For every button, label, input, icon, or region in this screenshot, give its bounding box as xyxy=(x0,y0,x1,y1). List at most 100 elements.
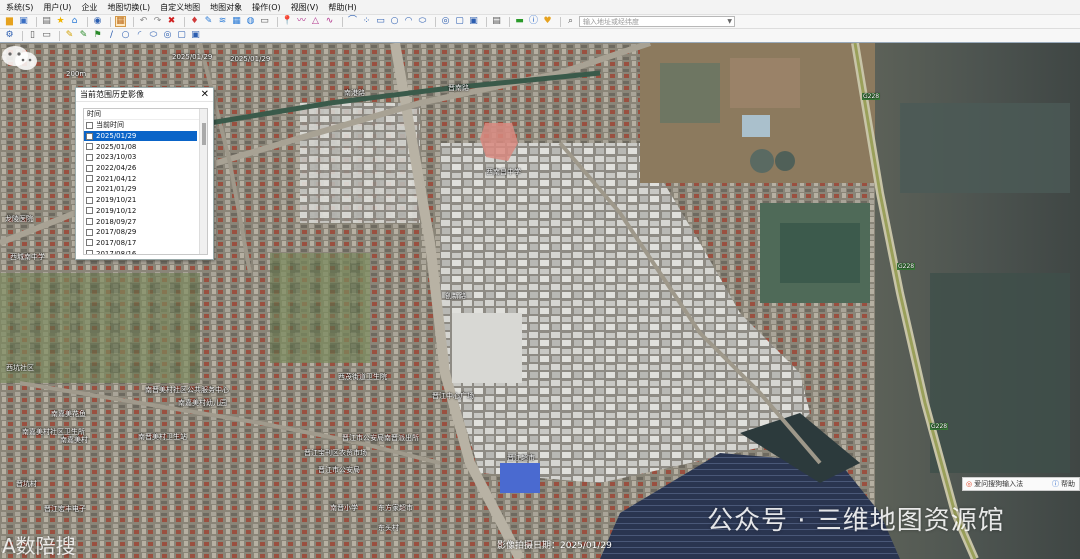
draw-rect-icon[interactable]: ▣ xyxy=(190,30,201,41)
window-icon[interactable]: ▣ xyxy=(468,16,479,27)
checkbox[interactable] xyxy=(86,164,93,172)
checkbox[interactable] xyxy=(86,132,93,140)
help-icon[interactable]: ⓘ xyxy=(1052,479,1059,489)
history-imagery-icon[interactable]: ▦ xyxy=(115,16,126,27)
date-list-item[interactable]: 2017/08/17 xyxy=(84,238,197,249)
menu-help[interactable]: 帮助(H) xyxy=(328,2,356,13)
draw-arc-icon[interactable]: ◜ xyxy=(134,30,145,41)
checkbox[interactable] xyxy=(86,153,93,161)
rectangle-icon[interactable]: ▭ xyxy=(375,16,386,27)
ime-help[interactable]: 帮助 xyxy=(1061,479,1075,489)
checkbox[interactable] xyxy=(86,185,93,193)
draw-line-icon[interactable]: ∕ xyxy=(106,30,117,41)
capture-date-text: 影像拍摄日期：2025/01/29 xyxy=(497,541,612,551)
date-list-item[interactable]: 2025/01/29 xyxy=(84,130,197,142)
redo-icon[interactable]: ↷ xyxy=(152,16,163,27)
date-list-item[interactable]: 2021/01/29 xyxy=(84,184,197,195)
print-icon[interactable]: ▤ xyxy=(41,16,52,27)
checkbox[interactable] xyxy=(86,228,93,236)
arc-icon[interactable]: ◠ xyxy=(403,16,414,27)
pin-yellow-icon[interactable]: ✎ xyxy=(64,30,75,41)
curve-icon[interactable]: ∿ xyxy=(324,16,335,27)
document-icon[interactable]: ▤ xyxy=(491,16,502,27)
draw-square-icon[interactable]: ▢ xyxy=(176,30,187,41)
marker-icon[interactable]: ♦ xyxy=(189,16,200,27)
date-list[interactable]: 时间 当前时间 2025/01/29 2025/01/08 2023/10/03 202… xyxy=(83,108,208,255)
message-icon[interactable]: ▬ xyxy=(514,16,525,27)
date-list-item[interactable]: 2022/04/26 xyxy=(84,163,197,174)
checkbox[interactable] xyxy=(86,196,93,204)
date-list-item[interactable]: 当前时间 xyxy=(84,120,197,131)
flag-icon[interactable]: ⚑ xyxy=(92,30,103,41)
list-scrollbar[interactable] xyxy=(199,109,207,254)
pin-green-icon[interactable]: ✎ xyxy=(78,30,89,41)
menu-view[interactable]: 视图(V) xyxy=(291,2,319,13)
page-icon[interactable]: ▯ xyxy=(27,30,38,41)
highway-shield: G228 xyxy=(897,263,916,270)
date-list-item[interactable]: 2017/08/16 xyxy=(84,248,197,254)
checkbox[interactable] xyxy=(86,121,93,129)
star-icon[interactable]: ★ xyxy=(55,16,66,27)
edit-icon[interactable]: ✎ xyxy=(203,16,214,27)
draw-circle-icon[interactable]: ○ xyxy=(120,30,131,41)
checkbox[interactable] xyxy=(86,207,93,215)
checkbox[interactable] xyxy=(86,250,93,254)
close-icon[interactable]: ✕ xyxy=(201,89,209,100)
date-label: 2019/10/12 xyxy=(96,206,137,215)
menu-user[interactable]: 用户(U) xyxy=(43,2,71,13)
checkbox[interactable] xyxy=(86,218,93,226)
date-list-item[interactable]: 2017/08/29 xyxy=(84,227,197,238)
date-list-item[interactable]: 2018/09/27 xyxy=(84,216,197,227)
date-list-item[interactable]: 2019/10/21 xyxy=(84,195,197,206)
ellipse-icon[interactable]: ⬭ xyxy=(417,16,428,27)
watermark-text: 公众号 · 三维地图资源馆 xyxy=(707,506,1005,536)
map-label: 南嘉美村社区卫生所 xyxy=(22,428,85,436)
scrollbar-thumb[interactable] xyxy=(202,123,206,145)
date-list-item[interactable]: 2019/10/12 xyxy=(84,206,197,217)
path-icon[interactable]: ⌒ xyxy=(347,16,358,27)
draw-region-icon[interactable]: ◎ xyxy=(162,30,173,41)
date-list-item[interactable]: 2025/01/08 xyxy=(84,141,197,152)
checkbox[interactable] xyxy=(86,239,93,247)
menu-custom-map[interactable]: 自定义地图 xyxy=(160,2,200,13)
square-icon[interactable]: ▢ xyxy=(454,16,465,27)
delete-icon[interactable]: ✖ xyxy=(166,16,177,27)
address-search-input[interactable]: 输入地址或经纬度 ▼ xyxy=(579,16,735,27)
chevron-down-icon[interactable]: ▼ xyxy=(727,18,732,25)
date-list-item[interactable]: 2021/04/12 xyxy=(84,173,197,184)
points-icon[interactable]: ⁘ xyxy=(361,16,372,27)
heart-icon[interactable]: ♥ xyxy=(542,16,553,27)
pin-icon[interactable]: 📍 xyxy=(282,16,293,27)
home-icon[interactable]: ⌂ xyxy=(69,16,80,27)
measure-icon[interactable]: ▭ xyxy=(259,16,270,27)
menu-system[interactable]: 系统(S) xyxy=(6,2,33,13)
layers-icon[interactable]: ≋ xyxy=(217,16,228,27)
draw-ellipse-icon[interactable]: ⬭ xyxy=(148,30,159,41)
settings-icon[interactable]: ⚙ xyxy=(4,30,15,41)
date-list-item[interactable]: 2023/10/03 xyxy=(84,152,197,163)
region-icon[interactable]: ◎ xyxy=(440,16,451,27)
polyline-icon[interactable]: 〰 xyxy=(296,16,307,27)
ime-label[interactable]: 爱问搜狗输入法 xyxy=(974,479,1023,489)
panel-title-bar[interactable]: 当前范围历史影像 ✕ xyxy=(76,88,213,102)
globe-icon[interactable]: ◍ xyxy=(245,16,256,27)
menu-map-switch[interactable]: 地图切换(L) xyxy=(107,2,150,13)
undo-icon[interactable]: ↶ xyxy=(138,16,149,27)
eye-icon[interactable]: ◉ xyxy=(92,16,103,27)
screenshot-icon[interactable]: ▭ xyxy=(41,30,52,41)
checkbox[interactable] xyxy=(86,175,93,183)
date-label: 2025/01/29 xyxy=(96,132,137,141)
toolbar-separator xyxy=(342,16,343,27)
menu-map-objects[interactable]: 地图对象 xyxy=(210,2,242,13)
wechat-logo-icon xyxy=(2,46,37,70)
checkbox[interactable] xyxy=(86,143,93,151)
open-folder-icon[interactable]: ▆ xyxy=(4,16,15,27)
triangle-icon[interactable]: △ xyxy=(310,16,321,27)
map-label: 南嘉美村幼儿园 xyxy=(178,399,227,407)
info-icon[interactable]: ⓘ xyxy=(528,16,539,27)
circle-icon[interactable]: ○ xyxy=(389,16,400,27)
menu-operation[interactable]: 操作(O) xyxy=(252,2,281,13)
menu-enterprise[interactable]: 企业 xyxy=(81,2,97,13)
grid-icon[interactable]: ▦ xyxy=(231,16,242,27)
save-icon[interactable]: ▣ xyxy=(18,16,29,27)
